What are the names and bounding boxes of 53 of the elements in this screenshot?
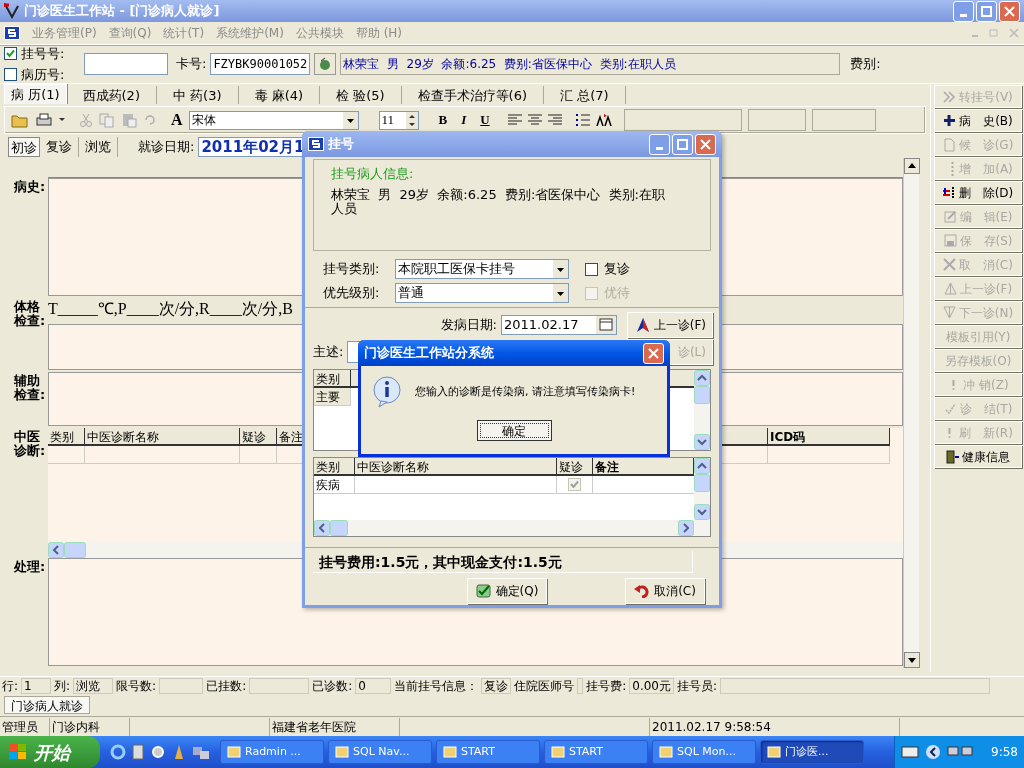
status-label: 列: (54, 677, 71, 695)
column-header: 疑诊 (557, 458, 593, 474)
checkbox-label: 病历号: (21, 65, 65, 84)
field-label: 体格检查: (12, 298, 47, 330)
clock: 9:58 (991, 744, 1018, 761)
field-label: 发病日期: (440, 316, 497, 335)
field-label: 辅助检查: (12, 372, 47, 404)
fee-summary: 挂号费用:1.5元，其中现金支付:1.5元 (313, 551, 693, 573)
status-panel: 福建省老年医院 (270, 717, 400, 736)
dialog-title: 门诊医生工作站分系统 (364, 344, 494, 363)
status-panel: 管理员 (0, 717, 50, 736)
status-label: 限号数: (116, 677, 157, 695)
field-label: 中医诊断: (12, 428, 47, 460)
window-title: 门诊医生工作站 - [门诊病人就诊] (24, 2, 220, 21)
status-label: 已挂数: (206, 677, 247, 695)
info-heading: 挂号病人信息: (331, 165, 415, 183)
status-label: 已诊数: (312, 677, 353, 695)
status-label: 当前挂号信息： (394, 677, 479, 695)
status-label: 住院医师号 (514, 677, 575, 695)
field-label: 处理: (13, 558, 47, 576)
fee-type-label: 费别: (850, 55, 881, 74)
status-label: 挂号员: (677, 677, 718, 695)
status-value: 1 (21, 677, 52, 694)
column-header: 类别 (314, 370, 351, 386)
message-text: 您输入的诊断是传染病, 请注意填写传染病卡! (415, 383, 636, 400)
checkbox-label: 挂号号: (21, 45, 65, 63)
column-header: 类别 (48, 428, 85, 446)
field-label: 优先级别: (323, 284, 381, 303)
column-header: 中医诊断名称 (85, 428, 240, 446)
column-header: 类别 (314, 458, 355, 474)
column-header: 中医诊断名称 (355, 458, 557, 474)
field-label: 病史: (13, 178, 47, 196)
table-cell: 疾病 (314, 476, 355, 494)
status-panel: 门诊内科 (50, 717, 130, 736)
status-label: 挂号费: (586, 677, 627, 695)
column-header: ICD码 (768, 428, 890, 446)
patient-info-field: 林荣宝 男 29岁 余额:6.25 费别:省医保中心 类别:在职人员 (340, 53, 841, 75)
table-cell: 主要 (314, 388, 351, 406)
patient-info-text: 林荣宝 男 29岁 余额:6.25 费别:省医保中心 类别:在职人员 (331, 187, 666, 216)
column-header: 疑诊 (240, 428, 277, 446)
checkbox-label: 复诊 (604, 260, 630, 279)
card-label: 卡号: (176, 55, 207, 74)
field-label: 挂号类别: (323, 260, 381, 279)
dialog-title: 挂号 (328, 135, 354, 154)
status-label: 行: (2, 677, 19, 695)
status-value: 浏览 (73, 677, 114, 694)
field-label: 主述: (313, 343, 344, 362)
visit-date-label: 就诊日期: (138, 138, 195, 157)
status-panel: 2011.02.17 9:58:54 (650, 717, 900, 736)
status-value: 0 (355, 677, 392, 694)
status-value: 复诊 (481, 677, 512, 694)
checkbox-label: 优待 (604, 284, 630, 303)
status-value: 0.00元 (629, 677, 674, 694)
